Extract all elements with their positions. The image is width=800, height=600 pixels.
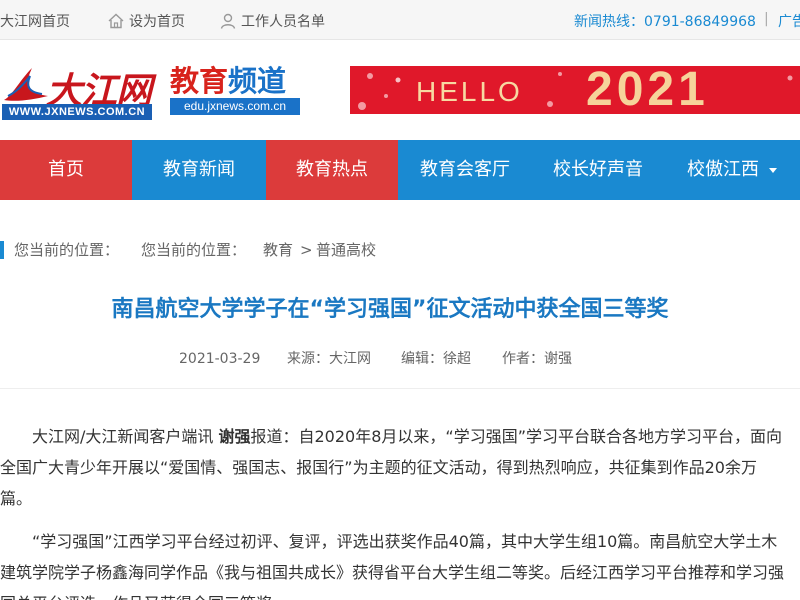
banner-hello-text: HELLO (416, 76, 523, 107)
person-icon (220, 13, 236, 29)
nav-item-home[interactable]: 首页 (0, 140, 132, 200)
nav-item-edu-lounge[interactable]: 教育会客厅 (398, 140, 532, 200)
staff-list-link[interactable]: 工作人员名单 (219, 11, 325, 31)
article-meta: 2021-03-29 来源：大江网 编辑：徐超 作者：谢强 (0, 349, 800, 369)
nav-item-label: 校傲江西 (687, 159, 759, 180)
home-icon (108, 13, 124, 29)
nav-item-edu-news[interactable]: 教育新闻 (132, 140, 266, 200)
staff-list-label: 工作人员名单 (241, 14, 325, 30)
breadcrumb-prefix-repeat: 您当前的位置： (141, 241, 247, 259)
dajiang-logo[interactable]: 大江网 WWW.JXNEWS.COM.CN (2, 62, 152, 120)
dajiang-logo-url: WWW.JXNEWS.COM.CN (2, 104, 152, 120)
breadcrumb-link-education[interactable]: 教育 (263, 238, 293, 262)
article-source: 来源：大江网 (287, 351, 371, 367)
nav-item-label: 教育热点 (296, 159, 368, 180)
p1-reporter: 谢强 (218, 427, 251, 446)
nav-item-label: 教育会客厅 (420, 159, 510, 180)
breadcrumb-link-universities[interactable]: 普通高校 (316, 238, 376, 262)
breadcrumb-prefix: 您当前的位置： (14, 241, 120, 259)
meta-divider (0, 388, 800, 389)
breadcrumb-accent-bar (0, 241, 4, 259)
edu-title-part2: 频道 (228, 64, 287, 98)
article-paragraph-2: “学习强国”江西学习平台经过初评、复评，评选出获奖作品40篇，其中大学生组10篇… (0, 532, 785, 600)
nav-item-principal-voice[interactable]: 校长好声音 (532, 140, 664, 200)
p1-lead: 大江网/大江新闻客户端讯 (32, 427, 219, 446)
nav-item-label: 教育新闻 (163, 159, 235, 180)
edu-channel-url: edu.jxnews.com.cn (170, 98, 300, 115)
article-date: 2021-03-29 (179, 351, 261, 367)
nav-item-label: 首页 (48, 159, 84, 180)
article-paragraph-1: 大江网/大江新闻客户端讯 谢强报道：自2020年8月以来，“学习强国”学习平台联… (0, 421, 784, 514)
main-nav: 首页 教育新闻 教育热点 教育会客厅 校长好声音 校傲江西 (0, 140, 800, 200)
article-title: 南昌航空大学学子在“学习强国”征文活动中获全国三等奖 (111, 297, 669, 322)
home-link[interactable]: 大江网首页 (0, 11, 70, 31)
article-editor: 编辑：徐超 (401, 351, 471, 367)
topbar-separator: | (764, 11, 769, 27)
edu-channel-logo[interactable]: 教育频道 edu.jxnews.com.cn (170, 64, 302, 120)
news-hotline: 新闻热线：0791-86849968 (574, 14, 756, 30)
set-home-label: 设为首页 (129, 14, 185, 30)
edu-title-part1: 教育 (170, 64, 229, 98)
banner-year-text: 2021 (586, 66, 709, 114)
nav-item-label: 校长好声音 (553, 159, 643, 180)
set-home-link[interactable]: 设为首页 (107, 11, 185, 31)
nav-item-jiangxi-schools[interactable]: 校傲江西 (664, 140, 800, 200)
caret-down-icon[interactable] (769, 167, 777, 173)
ad-link[interactable]: 广告 (778, 11, 800, 31)
article-author: 作者：谢强 (502, 351, 572, 367)
edu-channel-title: 教育频道 (170, 64, 302, 98)
hello-2021-banner[interactable]: HELLO 2021 (350, 66, 800, 114)
nav-item-edu-hotspot[interactable]: 教育热点 (266, 140, 398, 200)
dajiang-swoosh-icon (4, 68, 48, 101)
breadcrumb-separator: > (300, 241, 313, 259)
breadcrumb: 您当前的位置： 您当前的位置： 教育 > 普通高校 (0, 238, 800, 262)
top-utility-bar: 大江网首页 设为首页 工作人员名单 新闻热线：0791-86849968 | 广… (0, 0, 800, 40)
